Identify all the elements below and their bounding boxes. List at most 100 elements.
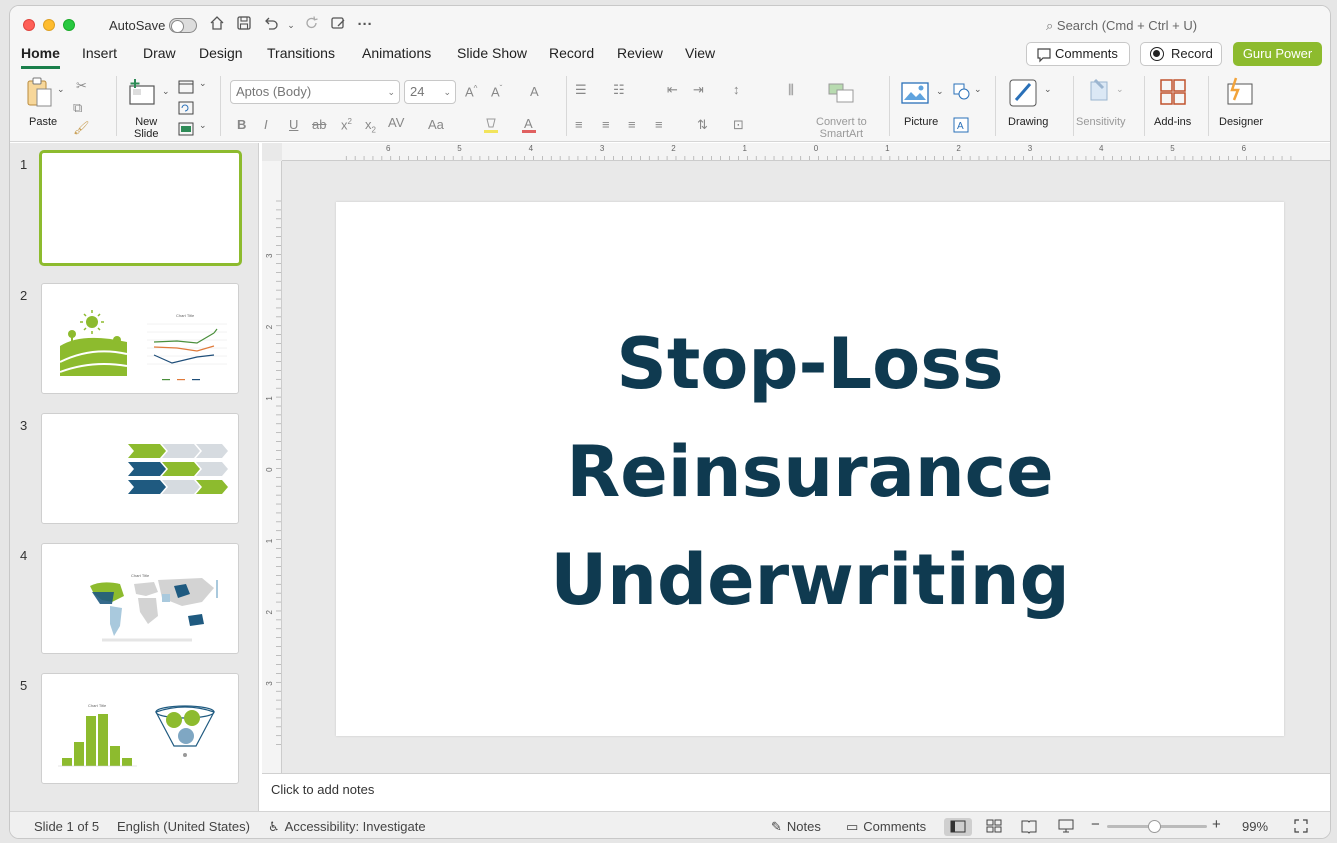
columns-icon[interactable]: ⫼ [788, 82, 794, 98]
designer-icon[interactable] [1224, 76, 1256, 111]
numbering-icon[interactable]: ☷ [613, 82, 625, 98]
tab-animations[interactable]: Animations [362, 45, 431, 69]
clear-formatting-icon[interactable]: A [530, 84, 539, 99]
notes-toggle-button[interactable]: ✎ Notes [771, 819, 821, 835]
section-dropdown-chevron-icon[interactable]: ⌄ [199, 120, 207, 131]
search-box[interactable]: ⌕ Search (Cmd + Ctrl + U) [1046, 18, 1197, 34]
sensitivity-icon[interactable] [1087, 78, 1113, 107]
redo-icon[interactable] [302, 15, 322, 35]
tab-view[interactable]: View [685, 45, 715, 69]
tab-design[interactable]: Design [199, 45, 243, 69]
slide-show-view-icon[interactable] [1057, 818, 1075, 837]
zoom-out-icon[interactable]: − [1091, 816, 1100, 833]
layout-dropdown-chevron-icon[interactable]: ⌄ [199, 78, 207, 89]
tab-home[interactable]: Home [21, 45, 60, 69]
underline-icon[interactable]: U [289, 117, 298, 132]
slide-sorter-view-icon[interactable] [985, 818, 1003, 837]
character-spacing-icon[interactable]: AV [388, 115, 404, 130]
new-slide-icon[interactable] [127, 78, 159, 108]
drawing-icon[interactable] [1008, 76, 1040, 111]
fit-to-window-icon[interactable] [1293, 818, 1309, 837]
tab-draw[interactable]: Draw [143, 45, 176, 69]
bold-icon[interactable]: B [237, 117, 246, 132]
paste-dropdown-chevron-icon[interactable]: ⌄ [57, 84, 65, 95]
cut-icon[interactable]: ✂ [76, 78, 87, 94]
text-direction-icon[interactable]: ⇅ [697, 117, 708, 133]
picture-dropdown-chevron-icon[interactable]: ⌄ [936, 86, 944, 97]
bullets-icon[interactable]: ☰ [575, 82, 587, 98]
align-left-icon[interactable]: ≡ [575, 117, 583, 132]
ruler-label: 5 [1170, 144, 1175, 153]
shapes-icon[interactable] [952, 82, 972, 103]
maximize-window-button[interactable] [63, 19, 75, 31]
current-slide-canvas[interactable]: Stop-Loss Reinsurance Underwriting [336, 202, 1284, 736]
font-size-select[interactable]: 24 ⌄ [404, 80, 456, 104]
sensitivity-dropdown-chevron-icon[interactable]: ⌄ [1116, 84, 1124, 95]
section-icon[interactable] [178, 122, 194, 139]
new-slide-dropdown-chevron-icon[interactable]: ⌄ [162, 86, 170, 97]
font-name-select[interactable]: Aptos (Body) ⌄ [230, 80, 400, 104]
strikethrough-icon[interactable]: ab [312, 117, 326, 132]
slide-thumbnail-2[interactable]: Chart Title [41, 283, 239, 394]
add-ins-icon[interactable] [1159, 78, 1187, 109]
justify-icon[interactable]: ≡ [655, 117, 663, 132]
autosave-toggle[interactable] [169, 18, 197, 33]
slide-thumbnail-5[interactable]: Chart Title [41, 673, 239, 784]
layout-icon[interactable] [178, 80, 194, 97]
highlight-icon[interactable] [482, 116, 500, 137]
shapes-dropdown-chevron-icon[interactable]: ⌄ [974, 84, 982, 95]
language-indicator[interactable]: English (United States) [117, 819, 250, 834]
undo-dropdown-chevron-icon[interactable]: ⌄ [281, 15, 301, 35]
increase-font-size-icon[interactable]: A^ [465, 84, 477, 99]
home-icon[interactable] [207, 15, 227, 35]
zoom-slider-thumb[interactable] [1148, 820, 1161, 833]
normal-view-button[interactable] [944, 818, 972, 836]
comments-toggle-button[interactable]: ▭ Comments [846, 819, 926, 835]
align-right-icon[interactable]: ≡ [628, 117, 636, 132]
undo-icon[interactable] [261, 15, 281, 35]
accessibility-checker[interactable]: ♿ Accessibility: Investigate [268, 819, 426, 835]
drawing-dropdown-chevron-icon[interactable]: ⌄ [1044, 84, 1052, 95]
slide-thumbnail-3[interactable] [41, 413, 239, 524]
slide-thumbnail-1[interactable] [39, 150, 242, 266]
slide-title-textbox[interactable]: Stop-Loss Reinsurance Underwriting [336, 310, 1284, 634]
font-color-icon[interactable]: A [520, 116, 538, 137]
reading-view-icon[interactable] [1020, 818, 1038, 837]
save-icon[interactable] [234, 15, 254, 35]
zoom-slider[interactable] [1107, 820, 1207, 833]
format-painter-icon[interactable]: 🖌 [73, 120, 90, 136]
guru-power-button[interactable]: Guru Power [1233, 42, 1322, 66]
notes-pane[interactable]: Click to add notes [262, 773, 1330, 811]
superscript-icon[interactable]: x2 [341, 117, 352, 132]
align-center-icon[interactable]: ≡ [602, 117, 610, 132]
subscript-icon[interactable]: x2 [365, 117, 376, 135]
italic-icon[interactable]: I [264, 117, 268, 132]
line-spacing-icon[interactable]: ↕ [733, 82, 740, 97]
zoom-level[interactable]: 99% [1242, 819, 1268, 834]
increase-indent-icon[interactable]: ⇥ [693, 82, 704, 98]
copy-icon[interactable]: ⧉ [73, 100, 82, 116]
present-from-start-icon[interactable] [328, 15, 348, 35]
more-options-icon[interactable]: ··· [355, 15, 375, 35]
record-button[interactable]: Record [1140, 42, 1222, 66]
decrease-indent-icon[interactable]: ⇤ [667, 82, 678, 98]
tab-record[interactable]: Record [549, 45, 594, 69]
change-case-icon[interactable]: Aa [428, 117, 444, 132]
zoom-in-icon[interactable]: + [1212, 816, 1221, 833]
picture-icon[interactable] [900, 80, 930, 109]
minimize-window-button[interactable] [43, 19, 55, 31]
tab-transitions[interactable]: Transitions [267, 45, 335, 69]
align-text-icon[interactable]: ⊡ [733, 117, 744, 133]
tab-insert[interactable]: Insert [82, 45, 117, 69]
reset-slide-icon[interactable] [178, 101, 194, 118]
tab-slide-show[interactable]: Slide Show [457, 45, 527, 69]
close-window-button[interactable] [23, 19, 35, 31]
paste-icon[interactable] [25, 76, 55, 110]
slide-thumbnail-4[interactable]: Chart Title [41, 543, 239, 654]
text-box-icon[interactable]: A [953, 117, 969, 136]
comments-button[interactable]: Comments [1026, 42, 1130, 66]
tab-review[interactable]: Review [617, 45, 663, 69]
search-placeholder: Search (Cmd + Ctrl + U) [1056, 18, 1198, 33]
decrease-font-size-icon[interactable]: Aˇ [491, 84, 502, 99]
smartart-icon[interactable] [827, 80, 857, 107]
